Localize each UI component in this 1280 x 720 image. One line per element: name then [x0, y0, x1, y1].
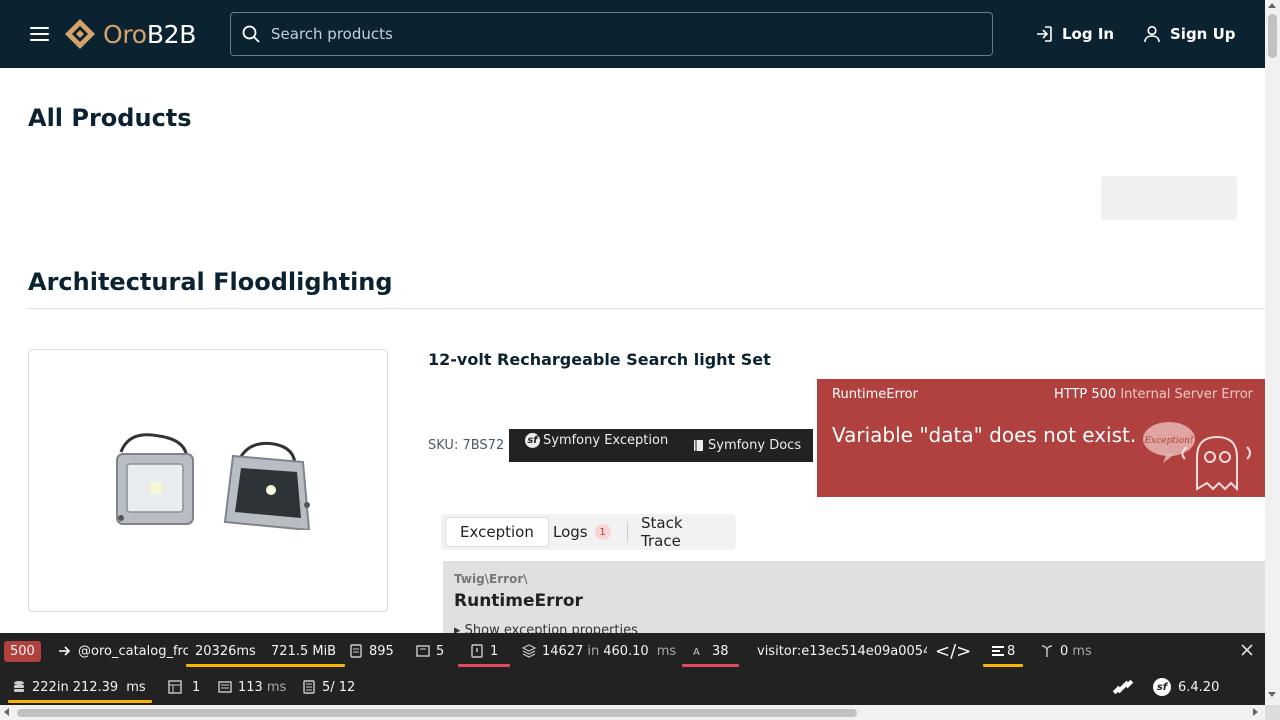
- product-image-card[interactable]: [28, 349, 388, 612]
- toolbar-twig[interactable]: 8: [983, 633, 1024, 669]
- database-icon: [14, 681, 24, 692]
- cache-icon: [1041, 645, 1053, 657]
- exception-tabs: Exception Logs 1 Stack Trace: [441, 514, 736, 550]
- login-label: Log In: [1062, 25, 1115, 43]
- toolbar-messenger[interactable]: 5/ 12: [302, 669, 355, 705]
- toolbar-requests[interactable]: 895: [349, 633, 394, 669]
- signup-link[interactable]: Sign Up: [1142, 24, 1236, 44]
- toolbar-symfony-version[interactable]: sf 6.4.20: [1153, 669, 1219, 705]
- close-toolbar-icon[interactable]: [1240, 643, 1254, 657]
- http-status: HTTP 500 Internal Server Error: [1054, 387, 1253, 402]
- layers-icon: [522, 644, 536, 658]
- site-logo[interactable]: OroB2B: [63, 15, 196, 53]
- signup-label: Sign Up: [1170, 25, 1236, 43]
- request-icon: [350, 644, 362, 658]
- http-status-text: Internal Server Error: [1120, 387, 1253, 402]
- twig-icon: [992, 646, 1004, 656]
- tab-exception[interactable]: Exception: [445, 517, 549, 547]
- log-icon: [471, 644, 483, 658]
- symfony-docs-label: Symfony Docs: [708, 438, 802, 453]
- exception-ghost-icon: Exception!: [1143, 422, 1251, 491]
- exception-namespace: Twig\Error\: [454, 572, 528, 586]
- toolbar-cache[interactable]: 0 ms: [1040, 633, 1092, 669]
- category-title: Architectural Floodlighting: [28, 268, 393, 296]
- doctrine-icon: [218, 681, 232, 693]
- login-icon: [1037, 26, 1052, 42]
- logs-count-badge: 1: [594, 524, 611, 540]
- layout-icon: [168, 680, 182, 694]
- exception-message: Variable "data" does not exist.: [832, 423, 1137, 447]
- vertical-scrollbar[interactable]: [1265, 0, 1280, 705]
- exception-class: RuntimeError: [454, 591, 583, 611]
- search-input[interactable]: [271, 25, 992, 43]
- code-brackets-icon[interactable]: </>: [935, 633, 971, 669]
- menu-icon[interactable]: [28, 22, 52, 46]
- user-icon: [1144, 25, 1160, 43]
- symfony-exception-label: Symfony Exception: [543, 433, 669, 448]
- floodlight-product-image: [116, 433, 311, 530]
- form-icon: [416, 645, 430, 657]
- book-icon: [694, 440, 703, 451]
- symfony-exception-link[interactable]: sf Symfony Exception: [525, 424, 668, 457]
- svg-text:A: A: [693, 647, 700, 658]
- symfony-logo-icon: sf: [1153, 678, 1171, 696]
- toolbar-forms[interactable]: 5: [416, 633, 444, 669]
- toolbar-visitor[interactable]: visitor:e13ec514e09a0054: [757, 633, 927, 669]
- exception-type: RuntimeError: [832, 387, 918, 402]
- login-link[interactable]: Log In: [1034, 24, 1114, 44]
- scroll-down-arrow-icon[interactable]: [1268, 692, 1276, 697]
- product-name-link[interactable]: 12-volt Rechargeable Search light Set: [428, 350, 771, 369]
- product-sku: SKU: 7BS72 |: [428, 438, 513, 453]
- tab-logs[interactable]: Logs 1: [539, 517, 625, 547]
- page: OroB2B Log In Sign Up All Products Archi…: [0, 0, 1280, 720]
- divider: [28, 308, 1265, 309]
- translation-icon: A: [693, 647, 700, 658]
- exception-panel: Twig\Error\ RuntimeError ▸ Show exceptio…: [443, 561, 1265, 641]
- toolbar-translations[interactable]: A 38: [682, 633, 739, 669]
- status-code-badge[interactable]: 500: [4, 641, 41, 662]
- scrollbar-corner: [1265, 705, 1280, 720]
- symfony-exception-bar: sf Symfony Exception Symfony Docs: [509, 429, 813, 462]
- oro-logo-icon[interactable]: [1112, 669, 1140, 705]
- scroll-left-arrow-icon[interactable]: [4, 708, 9, 716]
- web-debug-toolbar: 500 @oro_catalog_frc 20326 ms 721.5 MiB 8…: [0, 633, 1265, 705]
- tab-stack-trace[interactable]: Stack Trace: [627, 514, 736, 550]
- scroll-up-arrow-icon[interactable]: [1268, 3, 1276, 8]
- toolbar-doctrine[interactable]: 113 ms: [218, 669, 286, 705]
- toolbar-time[interactable]: 20326 ms: [186, 633, 265, 669]
- http-status-code: HTTP 500: [1053, 387, 1117, 402]
- symfony-logo-icon: sf: [525, 433, 540, 448]
- vertical-scroll-thumb[interactable]: [1268, 14, 1277, 58]
- symfony-docs-link[interactable]: Symfony Docs: [693, 429, 801, 462]
- horizontal-scroll-thumb[interactable]: [17, 709, 857, 717]
- search-icon[interactable]: [241, 24, 261, 44]
- search-box: [230, 12, 993, 56]
- toolbar-route[interactable]: @oro_catalog_frc: [58, 633, 188, 669]
- scroll-right-arrow-icon[interactable]: [1253, 708, 1258, 716]
- toolbar-events[interactable]: 14627 in 460.10 ms: [522, 633, 676, 669]
- sort-dropdown-placeholder[interactable]: [1101, 176, 1237, 220]
- toolbar-logs[interactable]: 1: [458, 633, 511, 669]
- exception-banner: RuntimeError HTTP 500 Internal Server Er…: [817, 379, 1265, 497]
- toolbar-row-1: 500 @oro_catalog_frc 20326 ms 721.5 MiB 8…: [0, 633, 1265, 669]
- toolbar-memory[interactable]: 721.5 MiB: [262, 633, 346, 669]
- logo-text: OroB2B: [103, 19, 197, 49]
- toolbar-db[interactable]: 222 in 212.39 ms: [8, 669, 152, 705]
- site-header: OroB2B Log In Sign Up: [0, 0, 1265, 68]
- horizontal-scrollbar[interactable]: [0, 705, 1265, 720]
- toolbar-row-2: 222 in 212.39 ms 1 113 ms 5/ 12 sf 6.4.20: [0, 669, 1265, 705]
- messenger-icon: [303, 680, 315, 694]
- arrow-right-icon: [59, 646, 71, 656]
- page-title: All Products: [28, 104, 192, 132]
- svg-text:Exception!: Exception!: [1143, 436, 1193, 446]
- logo-diamond-icon: [65, 19, 95, 49]
- toolbar-layout[interactable]: 1: [168, 669, 200, 705]
